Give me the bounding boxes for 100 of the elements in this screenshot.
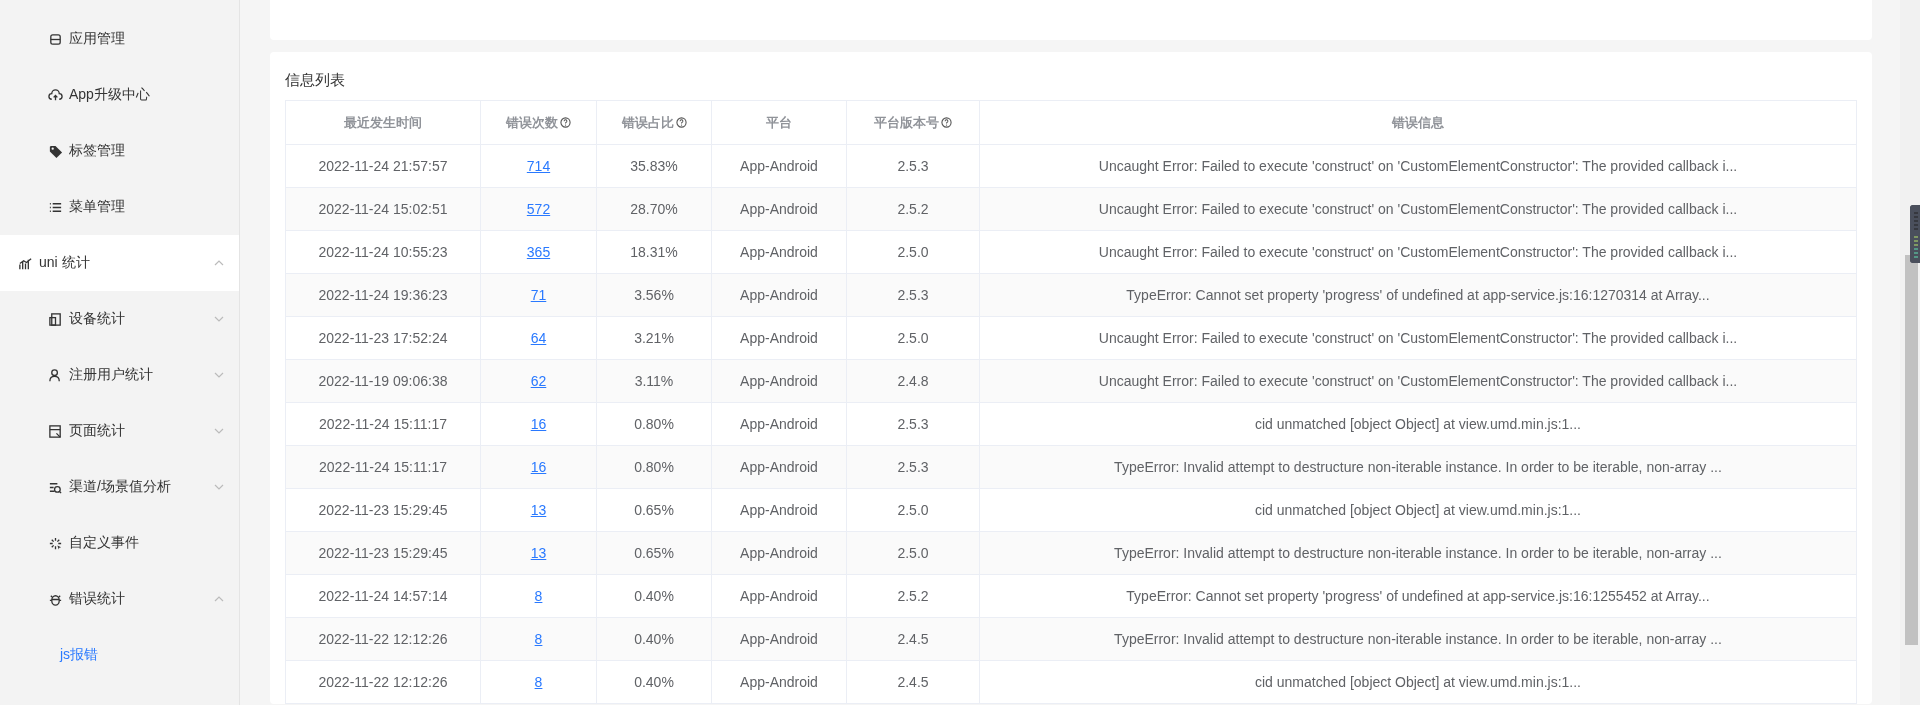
table-cell: 2022-11-22 12:12:26 [285, 660, 481, 704]
table-cell: 2.5.0 [846, 531, 980, 575]
table-cell: 2022-11-24 21:57:57 [285, 144, 481, 188]
help-icon[interactable] [675, 116, 687, 128]
column-header: 平台 [711, 100, 847, 145]
table-cell: 2.4.5 [846, 660, 980, 704]
table-cell: 2.4.8 [846, 359, 980, 403]
table-cell: TypeError: Cannot set property 'progress' of undefined at app-service.js:16:1270314 at Array... [979, 273, 1857, 317]
table-cell: 2022-11-22 12:12:26 [285, 617, 481, 661]
table-cell: TypeError: Invalid attempt to destructure non-iterable instance. In order to be iterable, non-array ... [979, 617, 1857, 661]
table-cell: 3.11% [596, 359, 712, 403]
table-cell: Uncaught Error: Failed to execute 'construct' on 'CustomElementConstructor': The provided callback i... [979, 187, 1857, 231]
table-cell: 35.83% [596, 144, 712, 188]
error-count-link[interactable]: 8 [534, 588, 543, 604]
table-cell: 2022-11-23 15:29:45 [285, 531, 481, 575]
table-cell: 0.65% [596, 488, 712, 532]
sidebar-item[interactable]: 页面统计 [0, 403, 239, 459]
error-count-link[interactable]: 64 [530, 330, 547, 346]
column-header: 错误占比 [596, 100, 712, 145]
table-cell: 18.31% [596, 230, 712, 274]
table-cell: App-Android [711, 617, 847, 661]
tag-icon [48, 143, 63, 159]
table-cell: cid unmatched [object Object] at view.umd.min.js:1... [979, 402, 1857, 446]
table-cell: App-Android [711, 187, 847, 231]
help-icon[interactable] [941, 116, 952, 128]
table-cell: 2.5.2 [846, 574, 980, 618]
table-cell: App-Android [711, 316, 847, 360]
table-cell: App-Android [711, 144, 847, 188]
table-cell: Uncaught Error: Failed to execute 'construct' on 'CustomElementConstructor': The provided callback i... [979, 316, 1857, 360]
sidebar-item[interactable]: 标签管理 [0, 123, 239, 179]
table-cell: 2022-11-24 15:02:51 [285, 187, 481, 231]
help-icon[interactable] [560, 116, 571, 128]
card-title: 信息列表 [285, 70, 345, 90]
error-count-link[interactable]: 13 [530, 545, 547, 561]
table-cell: 2.5.3 [846, 445, 980, 489]
table-cell: App-Android [711, 359, 847, 403]
column-header: 最近发生时间 [285, 100, 481, 145]
table-cell: 0.40% [596, 617, 712, 661]
table-cell: App-Android [711, 488, 847, 532]
table-cell: App-Android [711, 660, 847, 704]
table-cell: 2022-11-24 14:57:14 [285, 574, 481, 618]
user-icon [48, 367, 63, 383]
table-cell: 2022-11-24 15:11:17 [285, 402, 481, 446]
sidebar-item[interactable]: js报错 [0, 627, 239, 683]
sidebar-item[interactable]: 错误统计 [0, 571, 239, 627]
table-cell: 0.80% [596, 402, 712, 446]
table-cell: 2022-11-24 19:36:23 [285, 273, 481, 317]
scrollbar-thumb[interactable] [1905, 255, 1918, 645]
table-cell: App-Android [711, 574, 847, 618]
table-cell: cid unmatched [object Object] at view.umd.min.js:1... [979, 660, 1857, 704]
table-cell: Uncaught Error: Failed to execute 'construct' on 'CustomElementConstructor': The provided callback i... [979, 230, 1857, 274]
table-cell: cid unmatched [object Object] at view.umd.min.js:1... [979, 488, 1857, 532]
error-count-link[interactable]: 714 [526, 158, 551, 174]
table-cell: 2022-11-24 15:11:17 [285, 445, 481, 489]
table-cell: 2022-11-23 15:29:45 [285, 488, 481, 532]
sidebar-item[interactable]: 应用管理 [0, 11, 239, 67]
table-cell: 3.21% [596, 316, 712, 360]
table-cell: 0.40% [596, 660, 712, 704]
error-count-link[interactable]: 365 [526, 244, 551, 260]
error-count-link[interactable]: 62 [530, 373, 547, 389]
table-cell: 0.80% [596, 445, 712, 489]
table-cell: App-Android [711, 531, 847, 575]
table-cell: 2.4.5 [846, 617, 980, 661]
table-cell: TypeError: Invalid attempt to destructure non-iterable instance. In order to be iterable, non-array ... [979, 531, 1857, 575]
page-icon [48, 423, 63, 439]
sidebar-item[interactable]: App升级中心 [0, 67, 239, 123]
table-cell: App-Android [711, 230, 847, 274]
sidebar-item[interactable]: uni 统计 [0, 235, 239, 291]
table-cell: 2.5.0 [846, 488, 980, 532]
table-cell: App-Android [711, 445, 847, 489]
document-icon [48, 311, 63, 327]
error-count-link[interactable]: 16 [530, 416, 547, 432]
error-count-link[interactable]: 572 [526, 201, 551, 217]
box-icon [48, 31, 63, 47]
column-header: 错误次数 [480, 100, 597, 145]
error-count-link[interactable]: 8 [534, 674, 543, 690]
error-count-link[interactable]: 71 [530, 287, 547, 303]
error-count-link[interactable]: 16 [530, 459, 547, 475]
error-count-link[interactable]: 8 [534, 631, 543, 647]
sidebar-item[interactable]: 自定义事件 [0, 515, 239, 571]
sidebar-item[interactable]: 菜单管理 [0, 179, 239, 235]
table-cell: 2022-11-23 17:52:24 [285, 316, 481, 360]
table-cell: App-Android [711, 402, 847, 446]
sidebar-item[interactable]: 设备统计 [0, 291, 239, 347]
table-cell: 2.5.3 [846, 273, 980, 317]
error-count-link[interactable]: 13 [530, 502, 547, 518]
table-cell: App-Android [711, 273, 847, 317]
table-cell: TypeError: Cannot set property 'progress' of undefined at app-service.js:16:1255452 at Array... [979, 574, 1857, 618]
table-cell: 2.5.3 [846, 402, 980, 446]
table-cell: 0.40% [596, 574, 712, 618]
table-cell: TypeError: Invalid attempt to destructure non-iterable instance. In order to be iterable, non-array ... [979, 445, 1857, 489]
table-cell: 2022-11-19 09:06:38 [285, 359, 481, 403]
table-cell: 3.56% [596, 273, 712, 317]
sidebar-item[interactable]: 注册用户统计 [0, 347, 239, 403]
table-cell: 28.70% [596, 187, 712, 231]
column-header: 平台版本号 [846, 100, 980, 145]
sidebar-item[interactable]: 渠道/场景值分析 [0, 459, 239, 515]
table-cell: 2.5.0 [846, 316, 980, 360]
table-cell: 2.5.2 [846, 187, 980, 231]
table-cell: 2.5.0 [846, 230, 980, 274]
